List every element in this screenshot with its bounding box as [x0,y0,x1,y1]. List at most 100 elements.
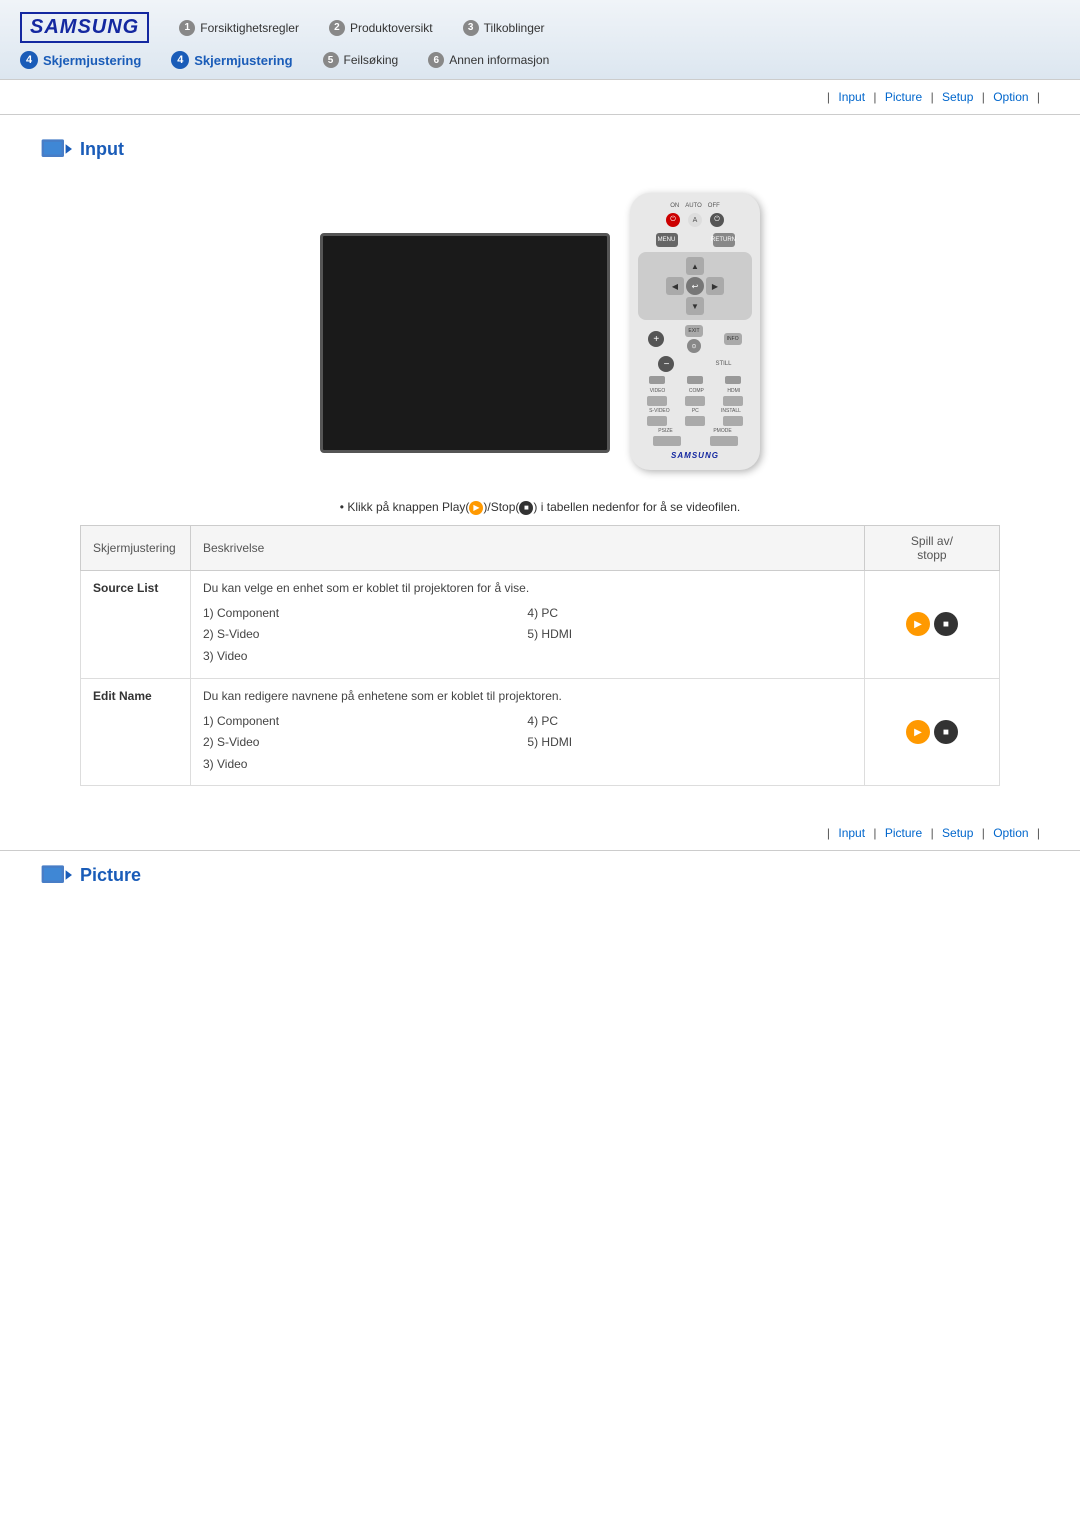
nav-num-6: 6 [428,52,444,68]
remote-plus-button[interactable]: + [648,331,664,347]
nav-label-2: Produktoversikt [350,21,433,35]
nav-top: 1 Forsiktighetsregler 2 Produktoversikt … [179,20,1060,36]
source-list-btn-area: ▶ ■ [877,612,987,636]
edit-name-controls: ▶ ■ [864,678,999,786]
nav-item-forsiktighetsregler[interactable]: 1 Forsiktighetsregler [179,20,299,36]
nav-item-annen[interactable]: 6 Annen informasjon [428,52,549,68]
edit-name-play-button[interactable]: ▶ [906,720,930,744]
source-list-item-2: 2) S-Video [203,624,527,646]
remote-install-button[interactable] [723,416,743,426]
nav-link-input-bottom[interactable]: Input [838,826,865,840]
remote-on-button[interactable]: ⏻ [666,213,680,227]
col-header-controls: Spill av/stopp [864,525,999,570]
section1-title-area: Input [0,115,1080,173]
source-list-play-button[interactable]: ▶ [906,612,930,636]
nav-link-picture-bottom[interactable]: Picture [885,826,922,840]
source-list-items: 1) Component 2) S-Video 3) Video 4) PC 5… [203,603,852,668]
table-row: Source List Du kan velge en enhet som er… [81,570,1000,678]
remote-video-button[interactable] [647,396,667,406]
dpad-down-button[interactable]: ▼ [686,297,704,315]
edit-name-btn-area: ▶ ■ [877,720,987,744]
remote-pc-button[interactable] [685,416,705,426]
remote-return-button[interactable]: RETURN [713,233,735,247]
nav-link-picture-top[interactable]: Picture [885,90,922,104]
nav-item-produktoversikt[interactable]: 2 Produktoversikt [329,20,433,36]
remote-samsung-logo: SAMSUNG [638,451,752,460]
source-list-label: Source List [81,570,191,678]
source-list-col1: 1) Component 2) S-Video 3) Video [203,603,527,668]
remote-psize-button[interactable] [653,436,681,446]
nav-num-4b: 4 [171,51,189,69]
remote-menu-button[interactable]: MENU [656,233,678,247]
nav-label-4a: Skjermjustering [43,53,141,68]
table-instruction: • Klikk på knappen Play(▶)/Stop(■) i tab… [0,500,1080,515]
remote-hdmi-button[interactable] [723,396,743,406]
remote-color-btn-2[interactable] [687,376,703,384]
edit-name-col2: 4) PC 5) HDMI [527,711,851,776]
nav-link-input-top[interactable]: Input [838,90,865,104]
section2-title: Picture [80,865,141,886]
play-icon-inline: ▶ [469,501,483,515]
header-top: SAMSUNG 1 Forsiktighetsregler 2 Produkto… [20,12,1060,43]
header-bottom: 4 Skjermjustering 4 Skjermjustering 5 Fe… [20,51,1060,69]
nav-item-skjermjustering-active[interactable]: 4 Skjermjustering [20,51,141,69]
edit-name-item-2: 2) S-Video [203,732,527,754]
remote-pmode-button[interactable] [710,436,738,446]
edit-name-text: Du kan redigere navnene på enhetene som … [203,689,852,703]
nav-label-6: Annen informasjon [449,53,549,67]
nav-item-skjermjustering-active2[interactable]: 4 Skjermjustering [171,51,292,69]
edit-name-label: Edit Name [81,678,191,786]
nav-label-4b: Skjermjustering [194,53,292,68]
nav-link-option-bottom[interactable]: Option [993,826,1028,840]
nav-label-3: Tilkoblinger [484,21,545,35]
nav-label-1: Forsiktighetsregler [200,21,299,35]
input-icon [40,135,72,163]
edit-name-desc: Du kan redigere navnene på enhetene som … [191,678,865,786]
edit-name-item-5: 5) HDMI [527,732,851,754]
table-row: Edit Name Du kan redigere navnene på enh… [81,678,1000,786]
dpad-empty-bl [666,297,684,315]
dpad-center-button[interactable]: ↩ [686,277,704,295]
info-table: Skjermjustering Beskrivelse Spill av/sto… [80,525,1000,787]
section2-title-area: Picture [0,851,1080,899]
source-list-item-4: 4) PC [527,603,851,625]
dpad-up-button[interactable]: ▲ [686,257,704,275]
source-list-item-1: 1) Component [203,603,527,625]
edit-name-stop-button[interactable]: ■ [934,720,958,744]
nav-num-5: 5 [323,52,339,68]
remote-info-button[interactable]: INFO [724,333,742,345]
nav-item-tilkoblinger[interactable]: 3 Tilkoblinger [463,20,545,36]
source-list-desc: Du kan velge en enhet som er koblet til … [191,570,865,678]
remote-auto-button[interactable]: A [688,213,702,227]
page-nav-top: | Input | Picture | Setup | Option | [0,80,1080,115]
source-list-controls: ▶ ■ [864,570,999,678]
remote-exit-button[interactable]: EXIT [685,325,703,337]
source-list-item-5: 5) HDMI [527,624,851,646]
dpad-empty-tr [706,257,724,275]
source-list-stop-button[interactable]: ■ [934,612,958,636]
remote-comp-button[interactable] [685,396,705,406]
source-list-text: Du kan velge en enhet som er koblet til … [203,581,852,595]
dpad-empty-tl [666,257,684,275]
remote-minus-button[interactable]: − [658,356,674,372]
nav-link-setup-top[interactable]: Setup [942,90,973,104]
dpad-left-button[interactable]: ◀ [666,277,684,295]
remote-round-button[interactable]: ⊙ [687,339,701,353]
col-header-desc: Beskrivelse [191,525,865,570]
remote-svideo-button[interactable] [647,416,667,426]
page-nav-bottom: | Input | Picture | Setup | Option | [0,816,1080,851]
nav-num-1: 1 [179,20,195,36]
nav-item-feilsoking[interactable]: 5 Feilsøking [323,52,399,68]
remote-color-btn-3[interactable] [725,376,741,384]
nav-link-setup-bottom[interactable]: Setup [942,826,973,840]
tv-screen [320,233,610,453]
remote-off-button[interactable]: ⏻ [710,213,724,227]
section1-title: Input [80,139,124,160]
edit-name-item-1: 1) Component [203,711,527,733]
nav-link-option-top[interactable]: Option [993,90,1028,104]
nav-num-2: 2 [329,20,345,36]
dpad-empty-br [706,297,724,315]
edit-name-item-3: 3) Video [203,754,527,776]
dpad-right-button[interactable]: ▶ [706,277,724,295]
remote-color-btn-1[interactable] [649,376,665,384]
